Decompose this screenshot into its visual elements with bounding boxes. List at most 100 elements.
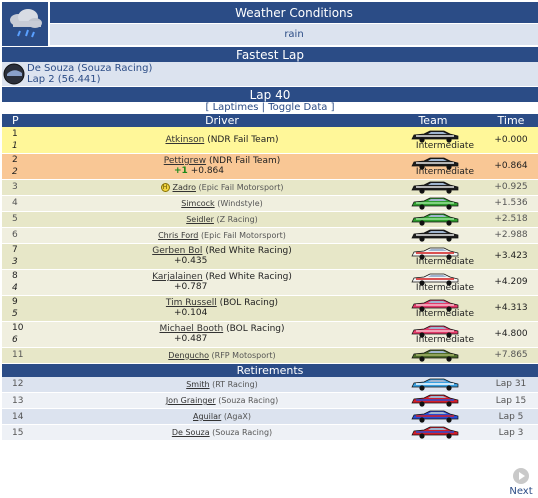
next-label: Next [509,486,533,497]
driver-cell: Simcock (Windstyle) [62,195,382,212]
time-cell: +0.000 [484,127,538,154]
driver-name-link[interactable]: Jon Grainger [166,396,216,405]
retirement-row: 15 De Souza (Souza Racing) Lap 3 [2,424,538,441]
car-livery-icon [410,377,460,394]
position-block: 5 [12,213,62,225]
position-cell: 15 [2,424,62,441]
driver-team: (Z Racing) [216,214,258,224]
position-cell: 10 6 [2,321,62,348]
result-row: 7 3 Gerben Bol (Red White Racing) +0.435 Int… [2,243,538,270]
driver-line: Dengucho (RFP Motosport) [62,351,382,360]
rain-cloud-icon [2,2,50,46]
position-block: 11 [12,349,62,361]
team-cell [382,195,484,212]
driver-line: Simcock (Windstyle) [62,199,382,208]
time-cell: +0.925 [484,179,538,196]
class-position: 1 [12,140,18,151]
class-position: 6 [12,335,18,345]
next-button[interactable]: Next [506,468,536,497]
driver-cell: Gerben Bol (Red White Racing) +0.435 [62,243,382,270]
driver-name-link[interactable]: Atkinson [165,135,204,145]
position-cell: 73 [2,243,62,270]
class-position: 5 [12,309,18,319]
position-block: 73 [12,244,62,268]
gap-line: +0.487 [62,334,382,344]
driver-cell: Seidler (Z Racing) [62,211,382,228]
bracket-close: ] [330,102,335,113]
team-cell [382,408,484,425]
toggle-data-link[interactable]: Toggle Data [268,102,327,113]
car-livery-icon [410,393,460,410]
positions-gained: +1 [174,166,188,176]
next-arrow-icon [513,468,529,484]
driver-line: H Zadro (Epic Fail Motorsport) [62,182,382,192]
time-cell: +2.518 [484,211,538,228]
team-cell [382,376,484,394]
retired-lap: Lap 15 [484,392,538,409]
retired-lap: Lap 5 [484,408,538,425]
driver-name-link[interactable]: Karjalainen [152,272,202,282]
driver-team: (NDR Fail Team) [208,156,281,166]
result-row: 2 2 Pettigrew (NDR Fail Team) +1 +0.864 Inte… [2,153,538,180]
gap-line: +1 +0.864 [62,166,382,176]
header-position: P [2,114,62,127]
position-cell: 11 [2,127,62,154]
team-cell [382,424,484,441]
time-cell: +4.313 [484,295,538,322]
driver-line: Gerben Bol (Red White Racing) [62,246,382,256]
class-position: 4 [12,283,18,293]
driver-cell: Dengucho (RFP Motosport) [62,347,382,364]
driver-line: Pettigrew (NDR Fail Team) [62,156,382,166]
driver-name-link[interactable]: De Souza [172,428,210,437]
driver-name-link[interactable]: Gerben Bol [152,246,202,256]
retirement-row: 13 Jon Grainger (Souza Racing) Lap 15 [2,392,538,410]
position: 2 [12,155,18,165]
position-cell: 84 [2,269,62,296]
driver-name-link[interactable]: Smith [186,380,209,389]
header-driver: Driver [62,114,382,127]
driver-name-link[interactable]: Pettigrew [164,156,206,166]
team-cell: Intermediate [382,127,484,154]
gap-to-ahead: +0.104 [174,308,208,318]
driver-name-link[interactable]: Tim Russell [166,298,217,308]
link-separator: | [261,102,265,113]
driver-cell: Jon Grainger (Souza Racing) [62,392,382,409]
weather-value: rain [50,24,538,45]
result-row: 1 1 Atkinson (NDR Fail Team) Intermediate +0… [2,127,538,154]
tyre-type: Intermediate [415,140,474,151]
handicap-badge-icon: H [160,182,170,192]
driver-name-link[interactable]: Chris Ford [158,231,198,240]
driver-name-link[interactable]: Dengucho [168,351,209,360]
driver-name-link[interactable]: Zadro [173,183,196,192]
position: 5 [12,214,18,224]
view-links: [ Laptimes | Toggle Data ] [2,102,538,114]
gap-to-ahead: +0.864 [190,166,224,176]
driver-name-link[interactable]: Aguilar [193,412,221,421]
position-block: 22 [12,154,62,178]
position-cell: 3 [2,179,62,196]
position-cell: 5 [2,211,62,228]
team-cell: Intermediate [382,243,484,270]
position: 4 [12,198,18,208]
position-cell: 95 [2,295,62,322]
result-row: 4 Simcock (Windstyle) +1.536 [2,195,538,212]
retired-lap: Lap 3 [484,424,538,441]
team-cell [382,392,484,410]
driver-name-link[interactable]: Seidler [186,215,214,224]
result-row: 11 Dengucho (RFP Motosport) +7.865 [2,347,538,364]
retirement-row: 14 Aguilar (AgaX) Lap 5 [2,408,538,425]
driver-line: Atkinson (NDR Fail Team) [62,135,382,145]
laptimes-link[interactable]: Laptimes [213,102,259,113]
driver-team: (BOL Racing) [219,298,279,308]
class-position: 2 [12,167,18,177]
driver-name-link[interactable]: Simcock [181,199,214,208]
driver-line: Karjalainen (Red White Racing) [62,272,382,282]
driver-name-link[interactable]: Michael Booth [159,324,223,334]
position: 6 [12,230,18,240]
driver-cell: H Zadro (Epic Fail Motorsport) [62,179,382,196]
driver-team: (Red White Racing) [205,272,292,282]
result-row: 3 H Zadro (Epic Fail Motorsport) +0.925 [2,179,538,196]
driver-team: (RT Racing) [212,379,258,389]
driver-team: (Epic Fail Motorsport) [200,230,286,240]
team-cell: Intermediate [382,153,484,180]
